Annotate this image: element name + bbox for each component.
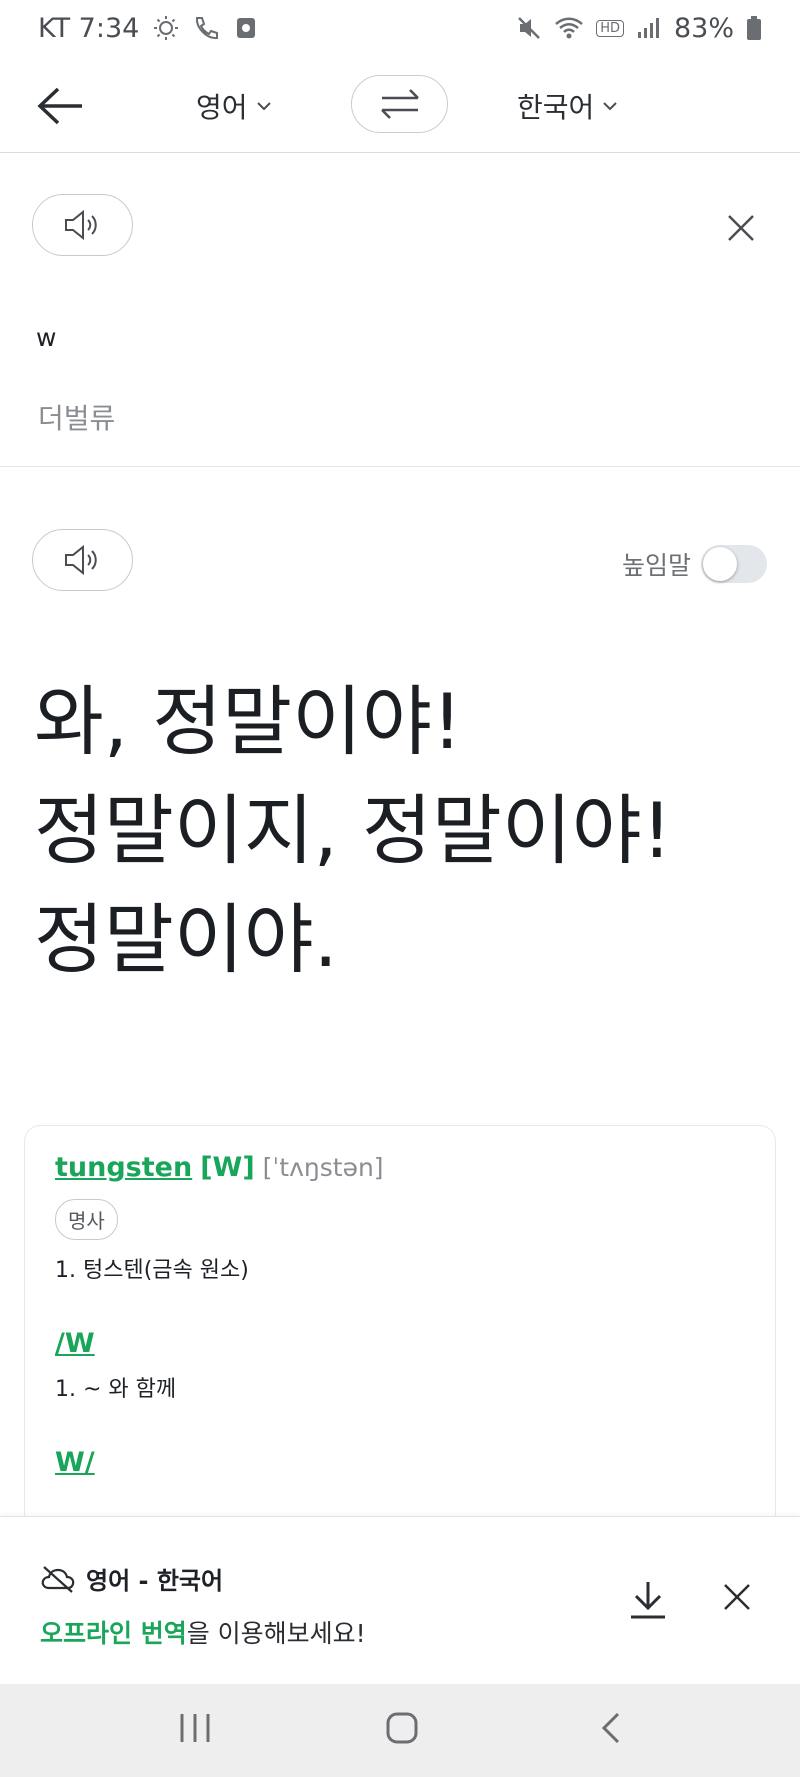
signal-icon xyxy=(637,18,659,38)
hd-badge: HD xyxy=(596,19,624,37)
back-button[interactable] xyxy=(36,84,88,128)
recent-apps-icon xyxy=(180,1714,210,1742)
source-language-select[interactable]: 영어 xyxy=(196,86,272,126)
dictionary-entry-header: tungsten [W] [ˈtʌŋstən] xyxy=(55,1152,745,1183)
mute-icon xyxy=(518,17,541,39)
offline-message: 오프라인 번역을 이용해보세요! xyxy=(40,1614,366,1650)
part-of-speech-tag: 명사 xyxy=(55,1199,118,1240)
offline-translation-banner: 영어 - 한국어 오프라인 번역을 이용해보세요! xyxy=(0,1516,800,1684)
download-icon xyxy=(631,1582,665,1619)
battery-icon xyxy=(747,16,761,40)
sun-icon xyxy=(154,16,179,40)
recent-apps-button[interactable] xyxy=(178,1710,212,1750)
dictionary-card: tungsten [W] [ˈtʌŋstən] 명사 1. 텅스텐(금속 원소)… xyxy=(24,1125,776,1545)
swap-arrows-icon xyxy=(380,89,419,119)
dictionary-abbreviation: [W] xyxy=(200,1152,255,1183)
banner-close-button[interactable] xyxy=(721,1581,753,1613)
close-icon xyxy=(728,215,754,241)
offline-message-rest: 을 이용해보세요! xyxy=(186,1619,366,1648)
home-button[interactable] xyxy=(384,1710,420,1750)
source-language-label: 영어 xyxy=(196,91,248,124)
chevron-down-icon xyxy=(603,102,617,111)
dictionary-word-link[interactable]: tungsten xyxy=(55,1152,192,1183)
status-left: KT 7:34 xyxy=(38,13,257,44)
chevron-down-icon xyxy=(256,102,271,111)
chevron-left-icon xyxy=(601,1712,620,1744)
translation-line: 정말이지, 정말이야! xyxy=(34,786,673,875)
source-panel: w 더벌류 xyxy=(0,153,800,467)
call-icon xyxy=(196,17,219,40)
wifi-icon xyxy=(555,17,584,39)
download-button[interactable] xyxy=(628,1579,668,1621)
honorific-control: 높임말 xyxy=(622,545,768,583)
dictionary-ipa: [ˈtʌŋstən] xyxy=(262,1153,384,1182)
toggle-knob xyxy=(703,547,738,581)
home-icon xyxy=(386,1712,418,1744)
dictionary-entry-link[interactable]: /W xyxy=(55,1328,745,1359)
dictionary-definition: 1. 텅스텐(금속 원소) xyxy=(55,1258,249,1283)
status-bar: KT 7:34 HD 83% xyxy=(0,0,800,56)
honorific-label: 높임말 xyxy=(622,551,692,580)
target-language-label: 한국어 xyxy=(517,91,595,124)
source-input-text[interactable]: w xyxy=(36,323,56,352)
source-speak-button[interactable] xyxy=(32,194,133,256)
swap-languages-button[interactable] xyxy=(351,75,448,133)
clear-input-button[interactable] xyxy=(721,208,761,248)
close-icon xyxy=(724,1584,750,1610)
system-navigation-bar xyxy=(0,1684,800,1777)
carrier-time: KT 7:34 xyxy=(38,12,140,44)
offline-highlight[interactable]: 오프라인 번역 xyxy=(40,1619,187,1648)
target-language-select[interactable]: 한국어 xyxy=(517,86,618,126)
source-pronunciation: 더벌류 xyxy=(38,402,116,435)
result-speak-button[interactable] xyxy=(32,529,133,591)
honorific-toggle[interactable] xyxy=(701,545,768,583)
translation-line: 와, 정말이야! xyxy=(34,677,463,766)
translator-header: 영어 한국어 xyxy=(0,56,800,153)
offline-language-pair: 영어 - 한국어 xyxy=(86,1567,224,1595)
translation-result: 와, 정말이야! 정말이지, 정말이야! 정말이야. xyxy=(34,667,774,994)
screen-record-icon xyxy=(237,18,256,38)
battery-level: 83% xyxy=(673,12,734,44)
speaker-icon xyxy=(64,209,97,241)
dictionary-definition: 1. ~ 와 함께 xyxy=(55,1377,177,1402)
cloud-off-icon xyxy=(41,1565,75,1593)
translation-line: 정말이야. xyxy=(34,895,338,984)
speaker-icon xyxy=(64,544,97,576)
system-back-button[interactable] xyxy=(598,1710,624,1750)
status-right: HD 83% xyxy=(516,13,762,44)
offline-title: 영어 - 한국어 xyxy=(40,1561,223,1596)
dictionary-entry-link[interactable]: W/ xyxy=(55,1447,745,1478)
arrow-left-icon xyxy=(37,87,82,125)
